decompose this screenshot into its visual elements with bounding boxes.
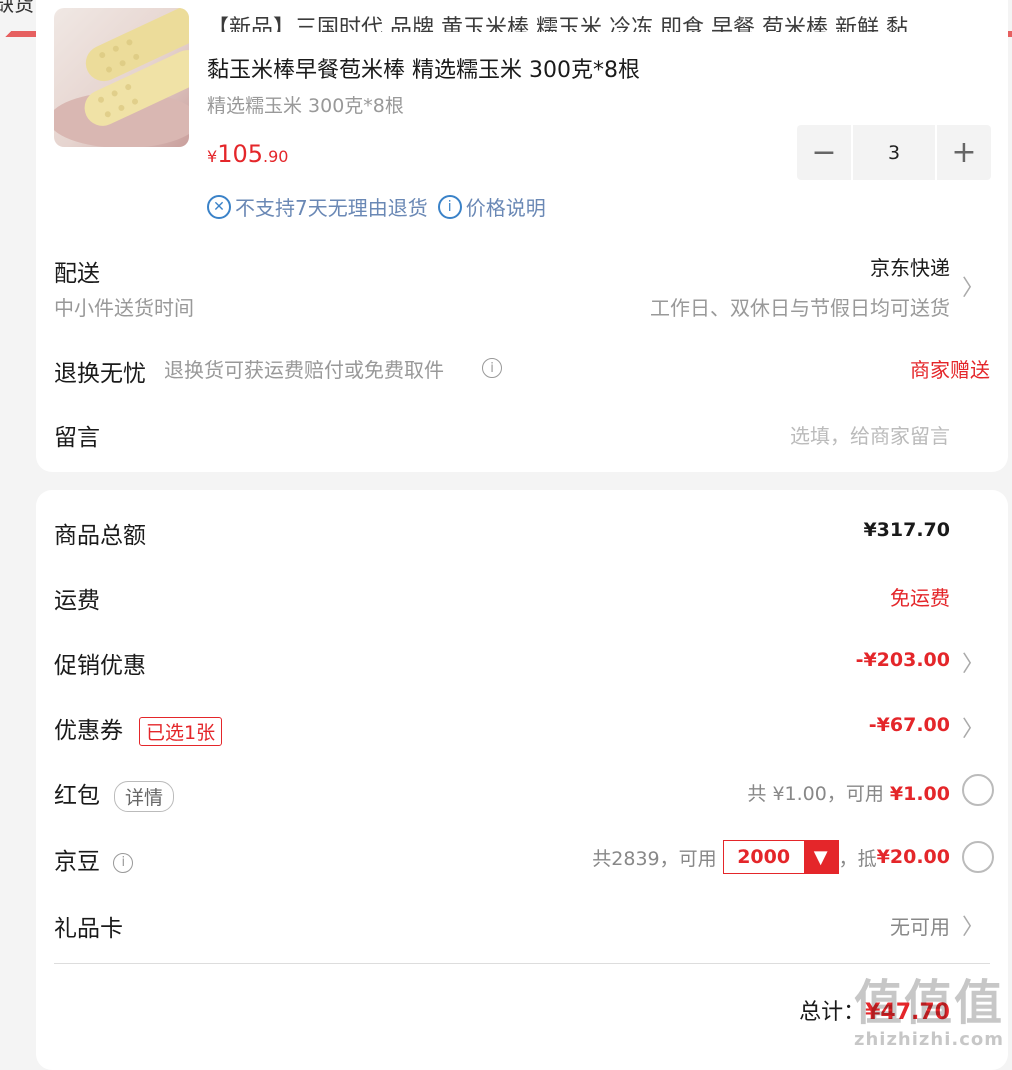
jingdou-select[interactable]: 2000 ▼: [722, 840, 839, 874]
service-tags: ✕ 不支持7天无理由退货 i 价格说明: [207, 192, 546, 221]
jingdou-info: 共2839，可用 2000 ▼ ，抵 ¥20.00: [592, 840, 950, 874]
jingdou-prefix: 共2839，可用: [592, 847, 717, 870]
decrease-button[interactable]: −: [797, 125, 851, 180]
no-return-icon: ✕: [207, 194, 231, 219]
redpacket-radio[interactable]: [962, 774, 994, 806]
shipping-label: 运费: [54, 588, 100, 614]
redpacket-value: ¥1.00: [889, 783, 950, 805]
product-card: 【新品】三国时代 品牌 黄玉米棒 糯玉米 冷冻 即食 早餐 苞米棒 新鲜 黏 黏…: [36, 0, 1008, 472]
product-title-line1[interactable]: 【新品】三国时代 品牌 黄玉米棒 糯玉米 冷冻 即食 早餐 苞米棒 新鲜 黏: [207, 10, 997, 32]
watermark-logo: 值值值 zhizhizhi.com: [854, 977, 1004, 1050]
shipping-value: 免运费: [890, 586, 950, 610]
product-price: ¥105.90: [207, 140, 288, 168]
coupon-label: 优惠券: [54, 718, 123, 744]
price-decimal: .90: [263, 147, 289, 166]
chevron-down-icon[interactable]: ▼: [803, 841, 838, 873]
return-value[interactable]: 商家赠送: [910, 354, 990, 383]
jingdou-row: 京豆 i: [54, 842, 134, 876]
watermark-url: zhizhizhi.com: [853, 1029, 1004, 1050]
redpacket-info: 共 ¥1.00，可用 ¥1.00: [747, 779, 950, 806]
jingdou-label: 京豆: [54, 849, 100, 875]
quantity-value[interactable]: 3: [851, 125, 937, 180]
quantity-stepper: − 3 +: [797, 125, 991, 180]
promo-value[interactable]: -¥203.00: [856, 649, 950, 671]
jingdou-radio[interactable]: [962, 841, 994, 873]
return-label: 退换无忧: [54, 361, 146, 387]
delivery-label: 配送: [54, 261, 100, 287]
giftcard-label: 礼品卡: [54, 916, 123, 942]
product-spec: 精选糯玉米 300克*8根: [207, 95, 404, 117]
jingdou-offset-prefix: ，抵: [838, 847, 877, 870]
delivery-time[interactable]: 工作日、双休日与节假日均可送货: [650, 292, 950, 321]
return-sub: 退换货可获运费赔付或免费取件: [164, 358, 444, 382]
price-integer: 105: [217, 140, 263, 168]
coupon-value[interactable]: -¥67.00: [869, 714, 950, 736]
chevron-right-icon[interactable]: 〉: [962, 646, 984, 678]
redpacket-row: 红包 详情: [54, 776, 175, 812]
coupon-badge[interactable]: 已选1张: [139, 717, 223, 746]
message-label: 留言: [54, 425, 100, 451]
message-input[interactable]: 选填，给商家留言: [790, 420, 950, 449]
product-title-line2[interactable]: 黏玉米棒早餐苞米棒 精选糯玉米 300克*8根: [207, 52, 640, 84]
chevron-right-icon[interactable]: 〉: [962, 909, 984, 941]
giftcard-value[interactable]: 无可用: [890, 911, 950, 940]
product-image[interactable]: [54, 8, 189, 147]
price-symbol: ¥: [207, 147, 218, 166]
increase-button[interactable]: +: [937, 125, 991, 180]
jingdou-offset: ¥20.00: [876, 846, 950, 868]
chevron-right-icon[interactable]: 〉: [962, 270, 984, 302]
goods-total-label: 商品总额: [54, 523, 146, 549]
goods-total-value: ¥317.70: [863, 519, 950, 541]
watermark-text: 值值值: [853, 975, 1004, 1031]
minus-icon: −: [811, 135, 837, 170]
chevron-right-icon[interactable]: 〉: [962, 711, 984, 743]
coupon-row: 优惠券 已选1张: [54, 711, 223, 746]
delivery-sub: 中小件送货时间: [54, 296, 194, 320]
promo-label: 促销优惠: [54, 653, 146, 679]
no-return-text[interactable]: 不支持7天无理由退货: [235, 192, 428, 221]
info-icon[interactable]: i: [113, 852, 134, 873]
divider: [54, 963, 990, 964]
redpacket-detail-button[interactable]: 详情: [114, 781, 175, 812]
delivery-method[interactable]: 京东快递: [870, 252, 950, 281]
info-icon[interactable]: i: [482, 358, 502, 378]
plus-icon: +: [951, 135, 977, 170]
price-note-link[interactable]: 价格说明: [466, 192, 546, 221]
jingdou-select-value: 2000: [737, 846, 791, 868]
info-icon: i: [437, 194, 462, 219]
redpacket-label: 红包: [54, 783, 100, 809]
redpacket-prefix: 共 ¥1.00，可用: [747, 783, 890, 805]
top-cut-text: 缺货: [0, 0, 34, 16]
